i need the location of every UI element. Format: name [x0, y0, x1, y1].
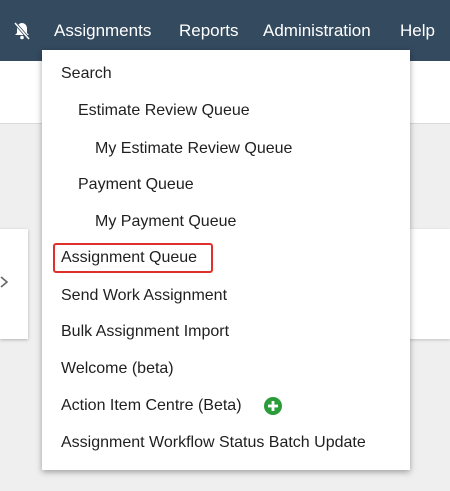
menu-item-send-work-assignment[interactable]: Send Work Assignment [61, 286, 227, 306]
menu-item-my-payment-queue[interactable]: My Payment Queue [95, 212, 236, 232]
menu-item-estimate-review-queue[interactable]: Estimate Review Queue [78, 101, 250, 121]
menu-item-my-estimate-review-queue[interactable]: My Estimate Review Queue [95, 139, 292, 159]
nav-help[interactable]: Help [400, 20, 435, 42]
chevron-right-icon[interactable] [0, 274, 10, 290]
menu-item-welcome-beta[interactable]: Welcome (beta) [61, 359, 174, 379]
menu-item-search[interactable]: Search [61, 64, 112, 84]
plus-circle-icon[interactable] [264, 397, 282, 415]
menu-item-bulk-assignment-import[interactable]: Bulk Assignment Import [61, 322, 229, 342]
right-card [408, 229, 450, 339]
menu-item-assignment-workflow-status-batch-update[interactable]: Assignment Workflow Status Batch Update [61, 433, 366, 453]
menu-item-assignment-queue[interactable]: Assignment Queue [61, 248, 197, 268]
assignments-dropdown-menu: Search Estimate Review Queue My Estimate… [42, 50, 410, 470]
nav-administration[interactable]: Administration [263, 20, 371, 42]
bell-slash-icon[interactable] [12, 21, 32, 41]
nav-assignments[interactable]: Assignments [54, 20, 151, 42]
menu-item-action-item-centre[interactable]: Action Item Centre (Beta) [61, 396, 242, 416]
nav-reports[interactable]: Reports [179, 20, 239, 42]
menu-item-payment-queue[interactable]: Payment Queue [78, 175, 194, 195]
